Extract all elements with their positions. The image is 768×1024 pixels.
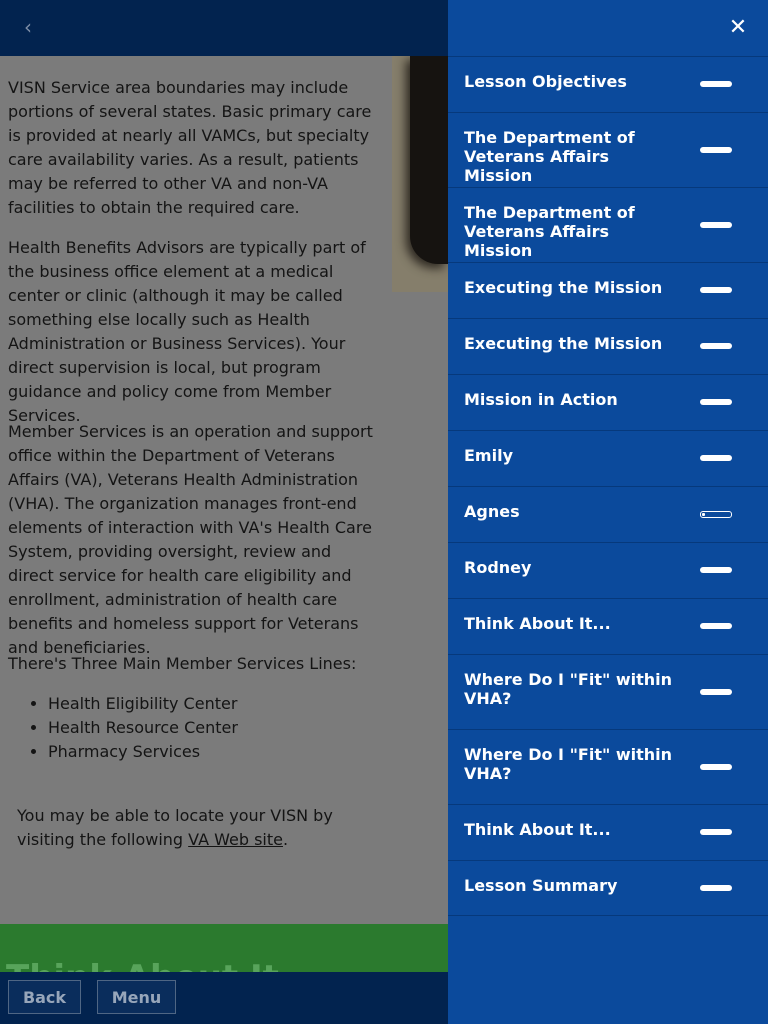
lesson-menu-panel: ✕ Lesson Objectives The Department of Ve… (448, 0, 768, 1024)
menu-item-label: Lesson Objectives (464, 72, 627, 91)
menu-item-where-do-i-fit-2[interactable]: Where Do I "Fit" within VHA? (448, 729, 768, 804)
menu-item-executing-mission-1[interactable]: Executing the Mission (448, 262, 768, 318)
complete-status-icon (700, 343, 732, 349)
list-item: Health Eligibility Center (48, 692, 380, 716)
menu-item-emily[interactable]: Emily (448, 430, 768, 486)
complete-status-icon (700, 455, 732, 461)
menu-item-label: Agnes (464, 502, 520, 521)
menu-item-executing-mission-2[interactable]: Executing the Mission (448, 318, 768, 374)
menu-item-va-mission-2[interactable]: The Department of Veterans Affairs Missi… (448, 187, 768, 262)
complete-status-icon (700, 764, 732, 770)
lesson-image (392, 56, 448, 292)
menu-item-label: Emily (464, 446, 513, 465)
back-button[interactable]: Back (8, 980, 81, 1014)
menu-item-label: Think About It... (464, 614, 611, 633)
visn-note: You may be able to locate your VISN by v… (17, 804, 377, 852)
paragraph-visn-boundaries: VISN Service area boundaries may include… (8, 78, 372, 217)
complete-status-icon (700, 287, 732, 293)
progress-fill (702, 513, 705, 516)
menu-item-label: Rodney (464, 558, 532, 577)
menu-item-label: Executing the Mission (464, 278, 663, 297)
menu-item-think-about-it-2[interactable]: Think About It... (448, 804, 768, 860)
complete-status-icon (700, 885, 732, 891)
service-lines-intro: There's Three Main Member Services Lines… (8, 654, 357, 673)
paragraph-health-benefits-advisors: Health Benefits Advisors are typically p… (8, 238, 366, 425)
think-about-it-section: Think About It... (0, 924, 448, 972)
paragraph-member-services: Member Services is an operation and supp… (8, 422, 373, 657)
menu-item-mission-in-action[interactable]: Mission in Action (448, 374, 768, 430)
menu-item-rodney[interactable]: Rodney (448, 542, 768, 598)
menu-item-label: The Department of Veterans Affairs Missi… (464, 128, 635, 185)
section-heading-cutoff: Think About It... (6, 958, 318, 972)
menu-item-label: Mission in Action (464, 390, 618, 409)
menu-item-where-do-i-fit-1[interactable]: Where Do I "Fit" within VHA? (448, 654, 768, 729)
list-item: Health Resource Center (48, 716, 380, 740)
lesson-image-subject (410, 56, 448, 264)
complete-status-icon (700, 689, 732, 695)
menu-item-lesson-summary[interactable]: Lesson Summary (448, 860, 768, 916)
menu-header: ✕ (448, 0, 768, 56)
menu-button[interactable]: Menu (97, 980, 176, 1014)
lesson-content: VISN Service area boundaries may include… (0, 56, 448, 972)
menu-item-label: Where Do I "Fit" within VHA? (464, 745, 673, 783)
menu-item-label: Where Do I "Fit" within VHA? (464, 670, 673, 708)
complete-status-icon (700, 147, 732, 153)
close-icon[interactable]: ✕ (726, 16, 750, 40)
complete-status-icon (700, 222, 732, 228)
visn-note-end: . (282, 830, 289, 849)
service-lines-list: Health Eligibility Center Health Resourc… (8, 692, 380, 764)
menu-item-va-mission-1[interactable]: The Department of Veterans Affairs Missi… (448, 112, 768, 187)
menu-item-label: Think About It... (464, 820, 611, 839)
menu-item-label: Executing the Mission (464, 334, 663, 353)
menu-item-lesson-objectives[interactable]: Lesson Objectives (448, 56, 768, 112)
top-bar: ‹ (0, 0, 448, 56)
va-web-site-link[interactable]: VA Web site (188, 830, 283, 849)
menu-list: Lesson Objectives The Department of Vete… (448, 56, 768, 916)
complete-status-icon (700, 81, 732, 87)
menu-item-label: The Department of Veterans Affairs Missi… (464, 203, 635, 260)
partial-heading (8, 56, 68, 60)
complete-status-icon (700, 567, 732, 573)
menu-item-think-about-it-1[interactable]: Think About It... (448, 598, 768, 654)
back-chevron-icon[interactable]: ‹ (18, 16, 38, 38)
bottom-bar: Back Menu (0, 972, 448, 1024)
complete-status-icon (700, 623, 732, 629)
in-progress-status-icon (700, 511, 732, 518)
complete-status-icon (700, 829, 732, 835)
menu-item-agnes[interactable]: Agnes (448, 486, 768, 542)
complete-status-icon (700, 399, 732, 405)
menu-item-label: Lesson Summary (464, 876, 618, 895)
list-item: Pharmacy Services (48, 740, 380, 764)
